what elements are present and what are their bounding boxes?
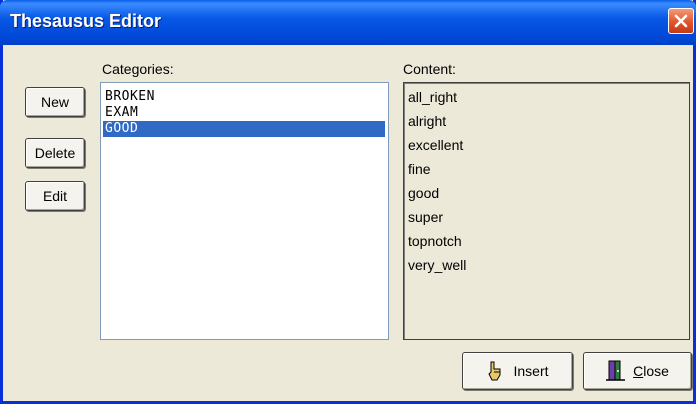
content-item[interactable]: alright bbox=[408, 113, 446, 129]
category-item[interactable]: EXAM bbox=[103, 105, 385, 121]
delete-button[interactable]: Delete bbox=[25, 138, 85, 168]
categories-listbox[interactable]: BROKEN EXAM GOOD bbox=[100, 82, 389, 340]
content-listbox[interactable]: all_right alright excellent fine good su… bbox=[403, 82, 690, 340]
content-item[interactable]: all_right bbox=[408, 89, 457, 105]
edit-button[interactable]: Edit bbox=[25, 181, 85, 211]
content-label: Content: bbox=[403, 61, 456, 77]
content-item[interactable]: topnotch bbox=[408, 233, 462, 249]
content-item[interactable]: very_well bbox=[408, 257, 466, 273]
close-label: Close bbox=[633, 363, 669, 379]
window-title: Thesausus Editor bbox=[10, 11, 162, 31]
door-exit-icon bbox=[606, 360, 626, 381]
content-item[interactable]: good bbox=[408, 185, 439, 201]
title-bar[interactable]: Thesausus Editor bbox=[0, 0, 696, 45]
thesaurus-editor-window: Thesausus Editor New Delete Edit Categor… bbox=[0, 0, 696, 404]
pointing-hand-icon bbox=[488, 361, 501, 381]
categories-label: Categories: bbox=[102, 61, 174, 77]
category-item-selected[interactable]: GOOD bbox=[103, 121, 385, 137]
close-button[interactable]: Close bbox=[583, 352, 692, 390]
content-item[interactable]: excellent bbox=[408, 137, 463, 153]
window-close-button[interactable] bbox=[668, 8, 694, 34]
content-item[interactable]: super bbox=[408, 209, 443, 225]
new-button[interactable]: New bbox=[25, 87, 85, 117]
content-item[interactable]: fine bbox=[408, 161, 431, 177]
category-item[interactable]: BROKEN bbox=[103, 89, 385, 105]
insert-button[interactable]: Insert bbox=[462, 352, 573, 390]
insert-label: Insert bbox=[513, 363, 549, 379]
close-x-icon bbox=[674, 14, 688, 28]
